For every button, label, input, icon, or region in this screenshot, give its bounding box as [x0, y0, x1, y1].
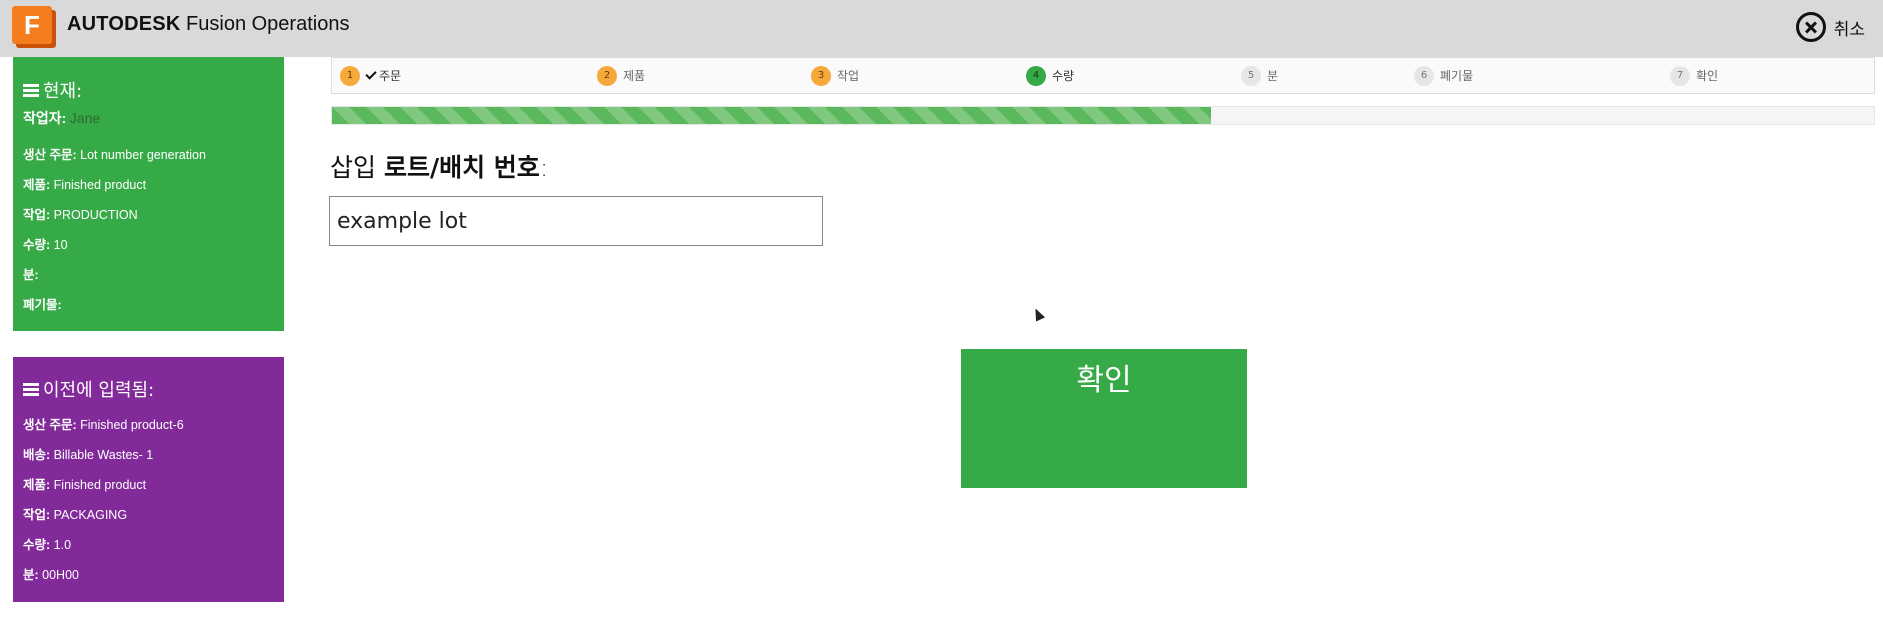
- operator-row: 작업자: Jane: [23, 108, 100, 128]
- operator-name: Jane: [69, 110, 101, 126]
- row-label: 생산 주문:: [23, 418, 77, 432]
- row-label: 작업:: [23, 508, 51, 522]
- step-label: 수량: [1052, 69, 1075, 83]
- brand-name: AUTODESK: [67, 13, 181, 35]
- previous-entry-panel: 이전에 입력됨: 생산 주문: Finished product-6 배송: B…: [13, 357, 284, 602]
- close-circle-icon: [1795, 12, 1826, 42]
- fusion-logo-icon: F: [12, 6, 56, 48]
- previous-row-shipping: 배송: Billable Wastes- 1: [23, 444, 153, 463]
- mouse-cursor-icon: [1030, 306, 1046, 322]
- previous-row-operation: 작업: PACKAGING: [23, 504, 127, 523]
- cancel-button[interactable]: 취소: [1795, 12, 1865, 42]
- previous-panel-title-text: 이전에 입력됨:: [43, 380, 155, 401]
- logo-letter: F: [12, 6, 52, 44]
- row-label: 배송:: [23, 448, 51, 462]
- row-value: PACKAGING: [53, 508, 128, 522]
- row-value: PRODUCTION: [53, 208, 138, 222]
- row-label: 분:: [23, 268, 39, 282]
- row-value: 1.0: [53, 538, 72, 552]
- step-minutes[interactable]: 5 분: [1241, 58, 1278, 93]
- step-label: 폐기물: [1440, 69, 1474, 83]
- row-label: 수량:: [23, 538, 51, 552]
- lot-number-input[interactable]: [330, 197, 822, 245]
- previous-row-product: 제품: Finished product: [23, 474, 146, 493]
- step-label: 분: [1267, 69, 1279, 83]
- progress-fill: [332, 107, 1211, 124]
- step-number: 7: [1670, 65, 1690, 86]
- top-bar: F AUTODESK Fusion Operations 취소: [0, 0, 1883, 57]
- row-label: 작업:: [23, 208, 51, 222]
- step-label: 주문: [379, 69, 402, 83]
- product-name: Fusion Operations: [186, 13, 350, 35]
- previous-row-order: 생산 주문: Finished product-6: [23, 414, 184, 433]
- step-label: 작업: [837, 69, 860, 83]
- lot-prompt: 삽입 로트/배치 번호:: [330, 148, 548, 184]
- check-icon: [365, 68, 377, 80]
- lot-input-box[interactable]: [329, 196, 823, 246]
- current-panel-title-text: 현재:: [43, 81, 83, 102]
- row-value: Billable Wastes- 1: [53, 448, 154, 462]
- row-value: Finished product: [53, 178, 147, 192]
- row-value: 10: [53, 238, 68, 252]
- step-product[interactable]: 2 제품: [597, 58, 645, 93]
- step-number: 5: [1241, 65, 1261, 86]
- step-number: 6: [1414, 65, 1434, 86]
- current-row-product: 제품: Finished product: [23, 174, 146, 193]
- row-label: 제품:: [23, 478, 51, 492]
- row-label: 분:: [23, 568, 39, 582]
- row-value: 00H00: [42, 568, 79, 582]
- previous-panel-title: 이전에 입력됨:: [23, 376, 154, 402]
- step-order[interactable]: 1 주문: [340, 58, 401, 93]
- previous-row-minutes: 분: 00H00: [23, 564, 79, 583]
- previous-row-quantity: 수량: 1.0: [23, 534, 71, 553]
- row-value: Lot number generation: [80, 148, 206, 162]
- row-label: 수량:: [23, 238, 51, 252]
- current-panel-title: 현재:: [23, 77, 82, 103]
- menu-icon: [23, 83, 39, 97]
- confirm-button[interactable]: 확인: [961, 349, 1247, 488]
- step-number: 3: [811, 65, 831, 86]
- step-waste[interactable]: 6 폐기물: [1414, 58, 1473, 93]
- step-number: 4: [1026, 65, 1046, 86]
- current-row-operation: 작업: PRODUCTION: [23, 204, 138, 223]
- cancel-label: 취소: [1833, 19, 1865, 40]
- app-title: AUTODESK Fusion Operations: [67, 12, 349, 36]
- step-label: 제품: [623, 69, 646, 83]
- row-value: Finished product: [53, 478, 147, 492]
- step-label: 확인: [1696, 69, 1719, 83]
- step-confirm[interactable]: 7 확인: [1670, 58, 1718, 93]
- row-label: 생산 주문:: [23, 148, 77, 162]
- operator-label: 작업자:: [23, 110, 67, 126]
- step-number: 2: [597, 65, 617, 86]
- prompt-suffix: :: [539, 153, 549, 182]
- step-wizard: 1 주문 2 제품 3 작업 4 수량 5 분 6 폐기물 7 확인: [331, 57, 1875, 94]
- step-quantity[interactable]: 4 수량: [1026, 58, 1074, 93]
- row-label: 제품:: [23, 178, 51, 192]
- row-value: Finished product-6: [80, 418, 184, 432]
- row-label: 폐기물:: [23, 298, 62, 312]
- current-row-waste: 폐기물:: [23, 294, 62, 313]
- current-row-quantity: 수량: 10: [23, 234, 68, 253]
- menu-icon: [23, 382, 39, 396]
- current-row-order: 생산 주문: Lot number generation: [23, 144, 206, 163]
- step-operation[interactable]: 3 작업: [811, 58, 859, 93]
- prompt-bold: 로트/배치 번호: [383, 153, 540, 182]
- progress-bar: [331, 106, 1875, 125]
- current-row-minutes: 분:: [23, 264, 39, 283]
- current-info-panel: 현재: 작업자: Jane 생산 주문: Lot number generati…: [13, 57, 284, 331]
- step-number: 1: [340, 65, 360, 86]
- prompt-prefix: 삽입: [330, 153, 377, 182]
